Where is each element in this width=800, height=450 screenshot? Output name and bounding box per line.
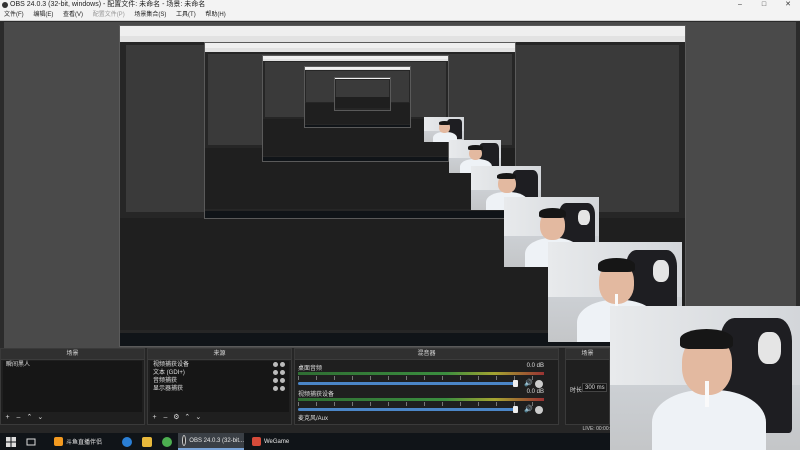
- scenes-list: 瞬间黑人: [3, 361, 142, 412]
- menu-scene-collection[interactable]: 场景集合(S): [130, 10, 170, 20]
- meter-ticks: [298, 402, 544, 406]
- windows-start-icon[interactable]: [6, 433, 16, 450]
- move-source-down-button[interactable]: ⌄: [194, 413, 203, 423]
- menu-help[interactable]: 帮助(H): [201, 10, 229, 20]
- remove-scene-button[interactable]: –: [14, 413, 23, 423]
- webcam-overlay: [610, 306, 800, 450]
- taskbar-app-label: OBS 24.0.3 (32-bit...: [189, 437, 244, 444]
- source-properties-button[interactable]: ⚙: [172, 413, 181, 423]
- sources-header: 来源: [148, 349, 291, 360]
- menu-view[interactable]: 查看(V): [59, 10, 87, 20]
- duration-label: 时长: [570, 388, 583, 394]
- volume-slider[interactable]: [298, 408, 518, 411]
- sources-list: 视频捕获设备 文本 (GDI+) 音频捕获 显示器捕获: [150, 361, 289, 412]
- nested-obs-capture-5: [334, 77, 391, 111]
- live-timer: LIVE: 00:00:: [582, 426, 610, 432]
- source-item[interactable]: 视频捕获设备: [150, 361, 289, 369]
- sources-dock: 来源 视频捕获设备 文本 (GDI+) 音频捕获 显示器捕获 + – ⚙ ⌃ ⌄: [147, 348, 292, 425]
- channel-name: 桌面音频: [298, 366, 323, 372]
- douyu-icon: [54, 437, 63, 446]
- audio-mixer-dock: 混音器 桌面音频 0.0 dB 🔊 视频捕获设备 0.0 dB 🔊 麦克风/Au…: [294, 348, 559, 425]
- file-explorer-icon[interactable]: [142, 433, 152, 450]
- channel-name: 视频捕获设备: [298, 392, 335, 398]
- add-scene-button[interactable]: +: [3, 413, 12, 423]
- eye-icon[interactable]: [280, 378, 285, 383]
- source-item[interactable]: 文本 (GDI+): [150, 369, 289, 377]
- wegame-icon: [252, 437, 261, 446]
- level-meter: [298, 372, 544, 375]
- taskbar-app-label: 斗鱼直播伴侣: [66, 440, 103, 446]
- move-scene-up-button[interactable]: ⌃: [25, 413, 34, 423]
- obs-icon: [2, 2, 8, 8]
- lock-icon[interactable]: [273, 386, 278, 391]
- menu-profile[interactable]: 配置文件(P): [89, 10, 129, 20]
- taskbar-app-wegame[interactable]: WeGame: [248, 433, 312, 450]
- window-title: OBS 24.0.3 (32-bit, windows) - 配置文件: 未命名…: [10, 1, 206, 8]
- green-app-icon[interactable]: [162, 433, 172, 450]
- add-source-button[interactable]: +: [150, 413, 159, 423]
- channel-db: 0.0 dB: [526, 363, 544, 369]
- webcam-frame-1: [424, 117, 464, 142]
- lock-icon[interactable]: [273, 370, 278, 375]
- maximize-button[interactable]: □: [752, 0, 776, 10]
- menu-edit[interactable]: 编辑(E): [29, 10, 57, 20]
- mixer-header: 混音器: [295, 349, 558, 360]
- menu-bar: 文件(F) 编辑(E) 查看(V) 配置文件(P) 场景集合(S) 工具(T) …: [0, 10, 800, 21]
- channel-name: 麦克风/Aux: [298, 416, 329, 422]
- channel-db: 0.0 dB: [526, 389, 544, 395]
- taskbar-app-label: WeGame: [264, 438, 290, 445]
- close-button[interactable]: ✕: [776, 0, 800, 10]
- scenes-header: 场景: [1, 349, 144, 360]
- transitions-dock: 场景 时长 300 ms: [565, 348, 610, 425]
- source-item[interactable]: 音频捕获: [150, 377, 289, 385]
- source-item[interactable]: 显示器捕获: [150, 385, 289, 393]
- eye-icon[interactable]: [280, 362, 285, 367]
- duration-input[interactable]: 300 ms: [582, 383, 607, 392]
- volume-slider[interactable]: [298, 382, 518, 385]
- level-meter: [298, 398, 544, 401]
- minimize-button[interactable]: –: [728, 0, 752, 10]
- scenes-dock: 场景 瞬间黑人 + – ⌃ ⌄: [0, 348, 145, 425]
- transitions-header: 场景: [566, 349, 609, 360]
- lock-icon[interactable]: [273, 362, 278, 367]
- eye-icon[interactable]: [280, 386, 285, 391]
- window-titlebar: OBS 24.0.3 (32-bit, windows) - 配置文件: 未命名…: [0, 0, 800, 10]
- task-view-icon[interactable]: [26, 433, 36, 450]
- taskbar-app-obs[interactable]: OBS 24.0.3 (32-bit...: [178, 433, 244, 450]
- mixer-channel-mic: 麦克风/Aux: [298, 413, 544, 423]
- lock-icon[interactable]: [273, 378, 278, 383]
- move-scene-down-button[interactable]: ⌄: [36, 413, 45, 423]
- obs-icon: [182, 435, 187, 446]
- edge-browser-icon[interactable]: [122, 433, 132, 450]
- gear-icon[interactable]: [535, 380, 543, 388]
- eye-icon[interactable]: [280, 370, 285, 375]
- preview-canvas[interactable]: [4, 22, 796, 348]
- speaker-icon[interactable]: 🔊: [524, 380, 533, 388]
- move-source-up-button[interactable]: ⌃: [183, 413, 192, 423]
- taskbar-app-douyu[interactable]: 斗鱼直播伴侣: [50, 433, 118, 450]
- menu-file[interactable]: 文件(F): [0, 10, 28, 20]
- meter-ticks: [298, 376, 544, 380]
- volume-knob[interactable]: [513, 380, 518, 387]
- volume-knob[interactable]: [513, 406, 518, 413]
- remove-source-button[interactable]: –: [161, 413, 170, 423]
- menu-tools[interactable]: 工具(T): [172, 10, 200, 20]
- scene-item[interactable]: 瞬间黑人: [3, 361, 142, 369]
